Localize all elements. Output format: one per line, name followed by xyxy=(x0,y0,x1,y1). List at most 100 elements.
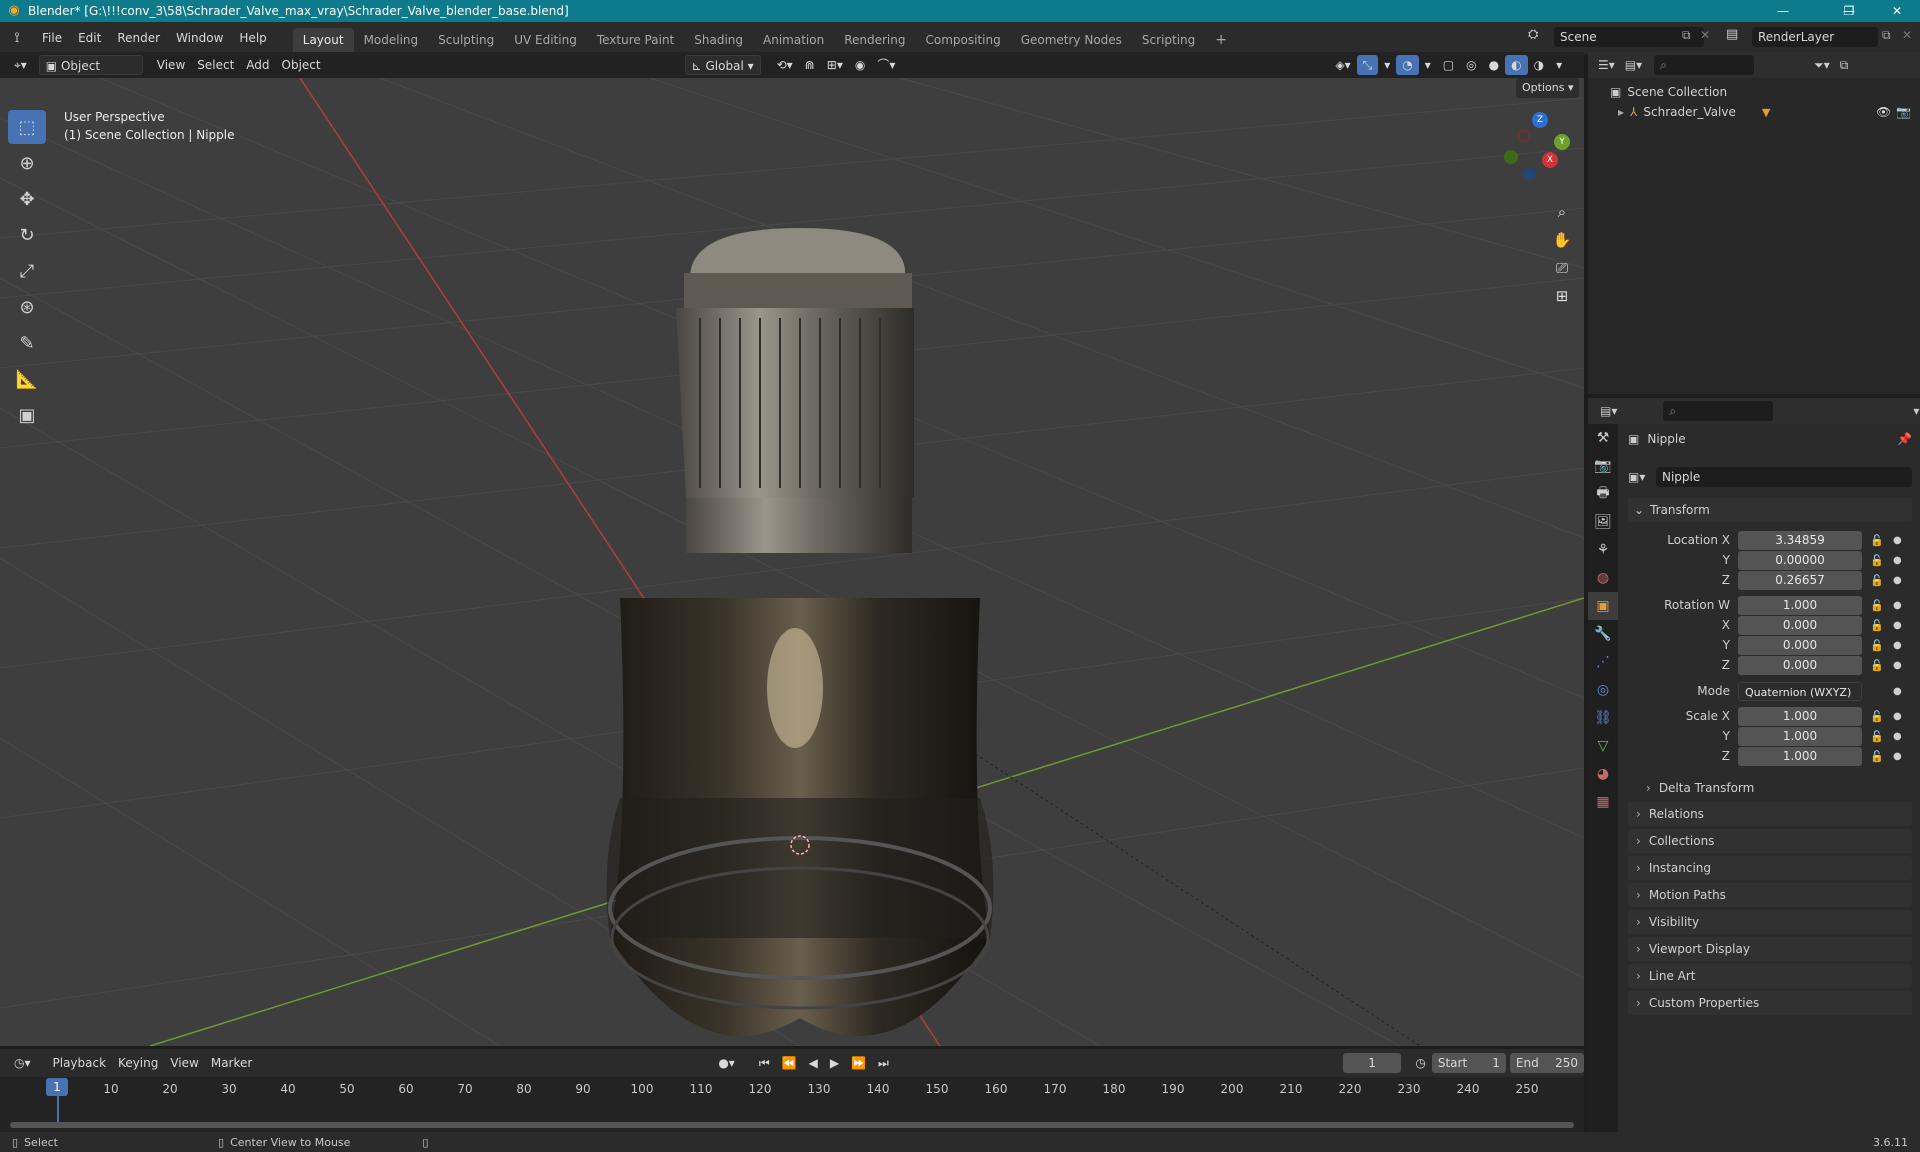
scale-tool-icon[interactable]: ⤢ xyxy=(8,254,46,288)
orientation-dropdown[interactable]: ⊾ Global ▾ xyxy=(684,55,761,75)
keyframe-dot-icon[interactable]: ● xyxy=(1893,620,1902,631)
viewport-display-panel-header[interactable]: › Viewport Display xyxy=(1628,937,1912,961)
menu-window[interactable]: Window xyxy=(168,22,231,54)
gizmo-dropdown-icon[interactable]: ▾ xyxy=(1378,55,1396,75)
render-layer-browse-icon[interactable]: ▤ xyxy=(1726,27,1738,42)
visibility-panel-header[interactable]: › Visibility xyxy=(1628,910,1912,934)
instancing-panel-header[interactable]: › Instancing xyxy=(1628,856,1912,880)
rotation-mode-dropdown[interactable]: Quaternion (WXYZ)⌄ xyxy=(1738,682,1862,718)
lock-icon[interactable]: 🔓 xyxy=(1870,534,1884,547)
tab-sculpting[interactable]: Sculpting xyxy=(428,28,504,52)
scale-x-field[interactable]: 1.000 xyxy=(1738,707,1862,726)
lock-icon[interactable]: 🔓 xyxy=(1870,710,1884,723)
keyframe-dot-icon[interactable]: ● xyxy=(1893,751,1902,762)
eye-visibility-icon[interactable]: 👁 xyxy=(1876,105,1891,119)
tab-animation[interactable]: Animation xyxy=(753,28,834,52)
rotation-w-field[interactable]: 1.000 xyxy=(1738,596,1862,615)
collections-panel-header[interactable]: › Collections xyxy=(1628,829,1912,853)
editor-type-icon[interactable]: ⌖▾ xyxy=(8,55,33,75)
proportional-edit-icon[interactable]: ◉ xyxy=(849,55,871,75)
preview-range-icon[interactable]: ◷ xyxy=(1409,1053,1431,1073)
menu-render[interactable]: Render xyxy=(109,22,168,54)
location-y-field[interactable]: 0.00000 xyxy=(1738,551,1862,570)
mode-dropdown[interactable]: ▣ Object Mode ▾ xyxy=(38,55,143,93)
navigation-gizmo[interactable]: Z Y X xyxy=(1496,112,1576,192)
move-tool-icon[interactable]: ✥ xyxy=(8,182,46,216)
world-tab-icon[interactable]: ◍ xyxy=(1588,564,1618,592)
tab-compositing[interactable]: Compositing xyxy=(915,28,1010,52)
scene-browse-icon[interactable]: ⛭ xyxy=(1528,27,1538,42)
expand-arrow-icon[interactable]: ▸ xyxy=(1618,105,1624,119)
motion-paths-panel-header[interactable]: › Motion Paths xyxy=(1628,883,1912,907)
jump-end-icon[interactable]: ⏭ xyxy=(872,1053,895,1073)
menu-playback[interactable]: Playback ▾ xyxy=(47,1053,113,1090)
lock-icon[interactable]: 🔓 xyxy=(1870,750,1884,763)
properties-options-icon[interactable]: ▾ xyxy=(1913,404,1919,418)
render-layer-remove-icon[interactable]: ✕ xyxy=(1902,28,1912,42)
scale-y-field[interactable]: 1.000 xyxy=(1738,727,1862,746)
keyframe-dot-icon[interactable]: ● xyxy=(1893,555,1902,566)
shading-dropdown-icon[interactable]: ▾ xyxy=(1550,55,1568,75)
menu-file[interactable]: File xyxy=(34,22,70,54)
solid-shading-icon[interactable]: ● xyxy=(1483,55,1505,75)
tab-scripting[interactable]: Scripting xyxy=(1132,28,1205,52)
add-cube-tool-icon[interactable]: ▣ xyxy=(8,398,46,432)
prev-keyframe-icon[interactable]: ⏪ xyxy=(776,1053,803,1073)
lock-icon[interactable]: 🔓 xyxy=(1870,639,1884,652)
keyframe-dot-icon[interactable]: ● xyxy=(1893,711,1902,722)
close-window-button[interactable]: ✕ xyxy=(1874,0,1920,22)
keyframe-dot-icon[interactable]: ● xyxy=(1893,640,1902,651)
physics-tab-icon[interactable]: ◎ xyxy=(1588,676,1618,704)
scene-tab-icon[interactable]: ⚘ xyxy=(1588,536,1618,564)
jump-start-icon[interactable]: ⏮ xyxy=(753,1053,776,1073)
menu-view[interactable]: View xyxy=(151,55,191,75)
start-frame-field[interactable]: Start 1 xyxy=(1431,1053,1506,1073)
scene-remove-icon[interactable]: ✕ xyxy=(1700,28,1710,42)
datablock-name-field[interactable]: Nipple xyxy=(1656,467,1912,487)
keyframe-dot-icon[interactable]: ● xyxy=(1893,660,1902,671)
scene-new-icon[interactable]: ⧉ xyxy=(1682,28,1691,43)
3d-viewport[interactable]: User Perspective (1) Scene Collection | … xyxy=(0,78,1584,1046)
ortho-grid-icon[interactable]: ⊞ xyxy=(1548,282,1576,310)
tab-shading[interactable]: Shading xyxy=(684,28,753,52)
menu-marker[interactable]: Marker xyxy=(205,1053,258,1073)
rotation-z-field[interactable]: 0.000 xyxy=(1738,656,1862,675)
gizmo-neg-x-axis[interactable] xyxy=(1518,130,1530,142)
playhead-frame-label[interactable]: 1 xyxy=(46,1078,68,1096)
render-visibility-icon[interactable]: 📷 xyxy=(1896,105,1911,119)
gizmo-toggle-icon[interactable]: ⤡ xyxy=(1356,55,1379,75)
relations-panel-header[interactable]: › Relations xyxy=(1628,802,1912,826)
scale-z-field[interactable]: 1.000 xyxy=(1738,747,1862,766)
xray-icon[interactable]: ▢ xyxy=(1437,55,1460,75)
rendered-shading-icon[interactable]: ◑ xyxy=(1528,55,1550,75)
lock-icon[interactable]: 🔓 xyxy=(1870,599,1884,612)
line-art-panel-header[interactable]: › Line Art xyxy=(1628,964,1912,988)
keyframe-dot-icon[interactable]: ● xyxy=(1893,686,1902,697)
tool-tab-icon[interactable]: ⚒ xyxy=(1588,424,1618,452)
falloff-icon[interactable]: ⌒▾ xyxy=(871,55,901,75)
transform-panel-header[interactable]: ⌄ Transform xyxy=(1628,498,1912,522)
location-x-field[interactable]: 3.34859 xyxy=(1738,531,1862,550)
snap-icon[interactable]: ⋒ xyxy=(799,55,821,75)
tab-texture-paint[interactable]: Texture Paint xyxy=(587,28,684,52)
keyframe-dot-icon[interactable]: ● xyxy=(1893,535,1902,546)
menu-keying[interactable]: Keying ▾ xyxy=(112,1053,164,1090)
cursor-tool-icon[interactable]: ⊕ xyxy=(8,146,46,180)
select-box-tool-icon[interactable]: ⬚ xyxy=(8,110,46,144)
data-tab-icon[interactable]: ▽ xyxy=(1588,732,1618,760)
pan-hand-icon[interactable]: ✋ xyxy=(1548,226,1576,254)
zoom-icon[interactable]: ⌕ xyxy=(1548,198,1576,226)
outliner-search-input[interactable]: ⌕ xyxy=(1654,55,1755,75)
particles-tab-icon[interactable]: ⋰ xyxy=(1588,648,1618,676)
menu-select[interactable]: Select xyxy=(191,55,240,75)
measure-tool-icon[interactable]: 📐 xyxy=(8,362,46,396)
blender-menu-icon[interactable]: ⟟ xyxy=(0,30,34,46)
menu-add[interactable]: Add xyxy=(240,55,275,75)
filter-icon[interactable]: ⏷▾ xyxy=(1814,58,1830,73)
timeline-scrollbar[interactable] xyxy=(10,1122,1574,1128)
timeline-editor-icon[interactable]: ◷▾ xyxy=(8,1053,37,1073)
lock-icon[interactable]: 🔓 xyxy=(1870,574,1884,587)
overlay-dropdown-icon[interactable]: ▾ xyxy=(1419,55,1437,75)
texture-tab-icon[interactable]: ▦ xyxy=(1588,788,1618,816)
menu-timeline-view[interactable]: View xyxy=(164,1053,204,1073)
